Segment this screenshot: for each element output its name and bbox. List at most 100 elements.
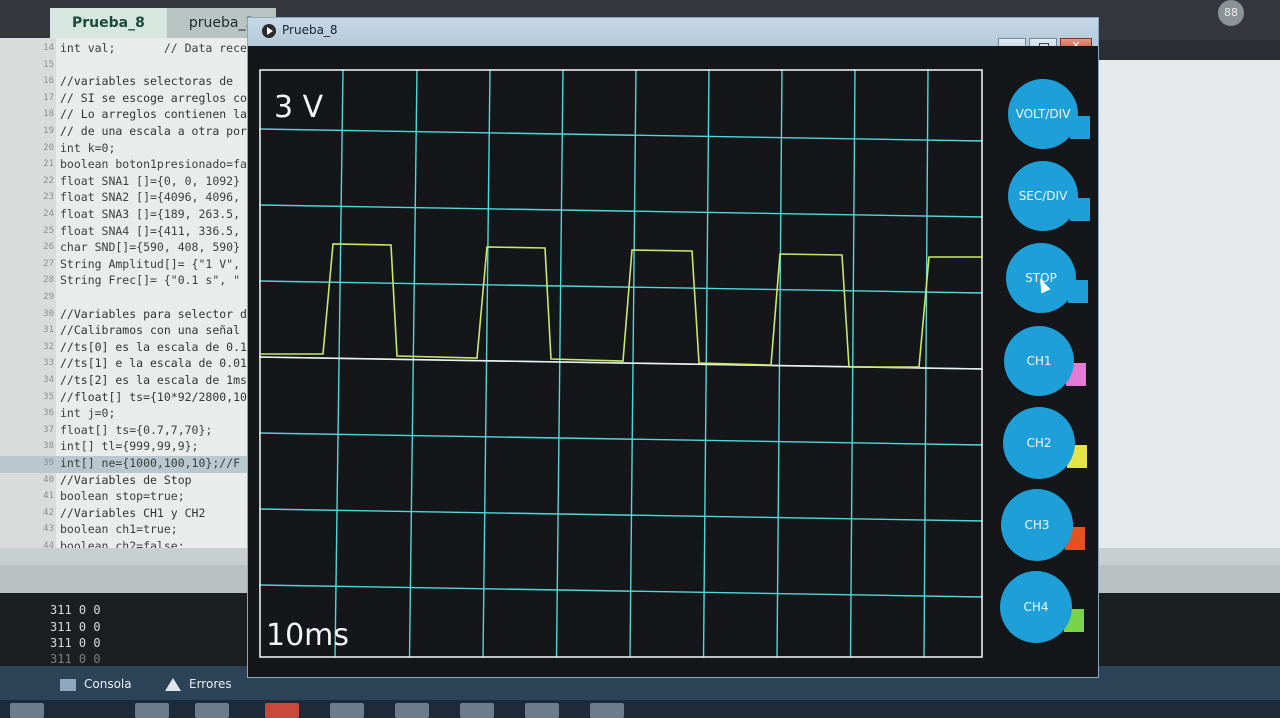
taskbar-app-icon[interactable] [195,703,229,718]
code-line: 23 float SNA2 []={4096, 4096, [0,190,255,207]
grid-line-vertical [849,69,856,658]
grid-line-vertical [408,69,418,658]
grid-line-horizontal [259,584,983,598]
console-line: 311 0 0 [50,636,101,650]
taskbar-app-icon[interactable] [135,703,169,718]
code-line: 39 int[] ne={1000,100,10};//F [0,456,255,473]
code-text: //Calibramos con una señal [60,323,241,338]
line-number: 42 [43,507,54,518]
line-number: 41 [43,491,54,502]
code-line: 29 [0,290,255,307]
code-text: int j=0; [60,406,116,421]
code-line: 33 //ts[1] e la escala de 0.01 [0,356,255,373]
grid-line-vertical [334,69,344,658]
code-text: //Variables de Stop [60,472,192,487]
line-number: 38 [43,441,54,452]
line-number: 33 [43,358,54,369]
code-line: 35 //float[] ts={10*92/2800,10 [0,390,255,407]
taskbar [0,700,1280,718]
start-icon[interactable] [10,703,44,718]
code-line: 41 boolean stop=true; [0,489,255,506]
line-number: 28 [43,275,54,286]
line-number: 16 [43,76,54,87]
console-icon [60,678,76,691]
ch3-button[interactable]: CH3 [1001,489,1073,561]
code-text: float SNA4 []={411, 336.5, [60,223,241,238]
tab-console[interactable]: Consola [60,666,132,702]
ch4-button[interactable]: CH4 [1000,571,1072,643]
code-text: //ts[0] es la escala de 0.1 [60,339,247,354]
code-line: 24 float SNA3 []={189, 263.5, [0,207,255,224]
code-line: 17 // SI se escoge arreglos co [0,91,255,108]
code-line: 28 String Frec[]= {"0.1 s", " [0,273,255,290]
ch1-button[interactable]: CH1 [1004,326,1074,396]
line-number: 32 [43,341,54,352]
grid-line-horizontal [259,280,983,294]
console-line: 311 0 0 [50,620,101,634]
taskbar-app-icon[interactable] [460,703,494,718]
volt-div-button[interactable]: VOLT/DIV [1008,79,1078,149]
line-number: 36 [43,408,54,419]
code-editor[interactable]: 14 int val; // Data rece 15 16 //variables s… [0,38,255,550]
code-text: //Variables CH1 y CH2 [60,505,206,520]
warning-icon [165,678,181,691]
code-text: //float[] ts={10*92/2800,10 [60,389,247,404]
code-line: 21 boolean boton1presionado=fa [0,157,255,174]
code-line: 15 [0,58,255,75]
code-line: 27 String Amplitud[]= {"1 V", [0,257,255,274]
code-text: // de una escala a otra por [60,124,247,138]
console-line: 311 0 0 [50,603,101,617]
line-number: 43 [43,524,54,535]
grid-line-vertical [482,69,491,658]
code-line: 37 float[] ts={0.7,7,70}; [0,423,255,440]
code-text: int k=0; [60,140,116,155]
code-text: float SNA2 []={4096, 4096, [60,190,241,205]
tab-prueba-8[interactable]: Prueba_8 [50,8,167,38]
code-line: 40 //Variables de Stop [0,473,255,490]
window-titlebar[interactable]: Prueba_8 ✕ [248,18,1098,54]
code-line: 36 int j=0; [0,406,255,423]
line-number: 34 [43,375,54,385]
editor-tabbar: Prueba_8 prueba_2 [50,8,277,38]
code-line: 26 char SND[]={590, 408, 590} [0,240,255,257]
taskbar-app-icon[interactable] [330,703,364,718]
grid-line-horizontal [259,204,983,218]
grid-line-horizontal [259,128,983,142]
line-number: 14 [43,43,54,53]
taskbar-app-icon[interactable] [395,703,429,718]
line-number: 29 [43,292,54,302]
oscilloscope-canvas: 3 V 10ms VOLT/DIV SEC/DIV STOP CH1 CH2 CH3 CH4 [248,46,1098,677]
line-number: 37 [43,424,54,435]
code-text: //ts[2] es la escala de 1ms [60,373,247,387]
tab-errors-label: Errores [189,677,232,691]
line-number: 24 [43,209,54,219]
line-number: 39 [43,458,54,468]
line-number: 19 [43,126,54,136]
line-number: 20 [43,142,54,153]
taskbar-app-icon[interactable] [265,703,299,718]
line-number: 26 [43,242,54,253]
code-text: boolean stop=true; [60,489,185,504]
tab-errors[interactable]: Errores [165,666,232,702]
grid-line-horizontal [259,508,983,522]
tab-console-label: Consola [84,677,132,691]
line-number: 40 [43,474,54,485]
code-text: float[] ts={0.7,7,70}; [60,422,213,437]
time-div-readout: 10ms [266,618,350,653]
code-text: // SI se escoge arreglos co [60,90,247,105]
code-text: char SND[]={590, 408, 590} [60,240,241,255]
sec-div-button[interactable]: SEC/DIV [1008,161,1078,231]
taskbar-app-icon[interactable] [590,703,624,718]
grid-line-horizontal [259,432,983,446]
taskbar-app-icon[interactable] [525,703,559,718]
code-text: int[] ne={1000,100,10};//F [60,456,241,470]
app-corner-icon[interactable]: 88 [1218,0,1244,26]
signal-trace [259,243,983,368]
ch2-button[interactable]: CH2 [1003,407,1075,479]
code-text: //Variables para selector d [60,306,247,321]
code-line: 34 //ts[2] es la escala de 1ms [0,373,255,390]
code-text: // Lo arreglos contienen la [60,107,247,122]
code-line: 22 float SNA1 []={0, 0, 1092} [0,174,255,191]
line-number: 18 [43,109,54,120]
code-line: 30 //Variables para selector d [0,307,255,324]
